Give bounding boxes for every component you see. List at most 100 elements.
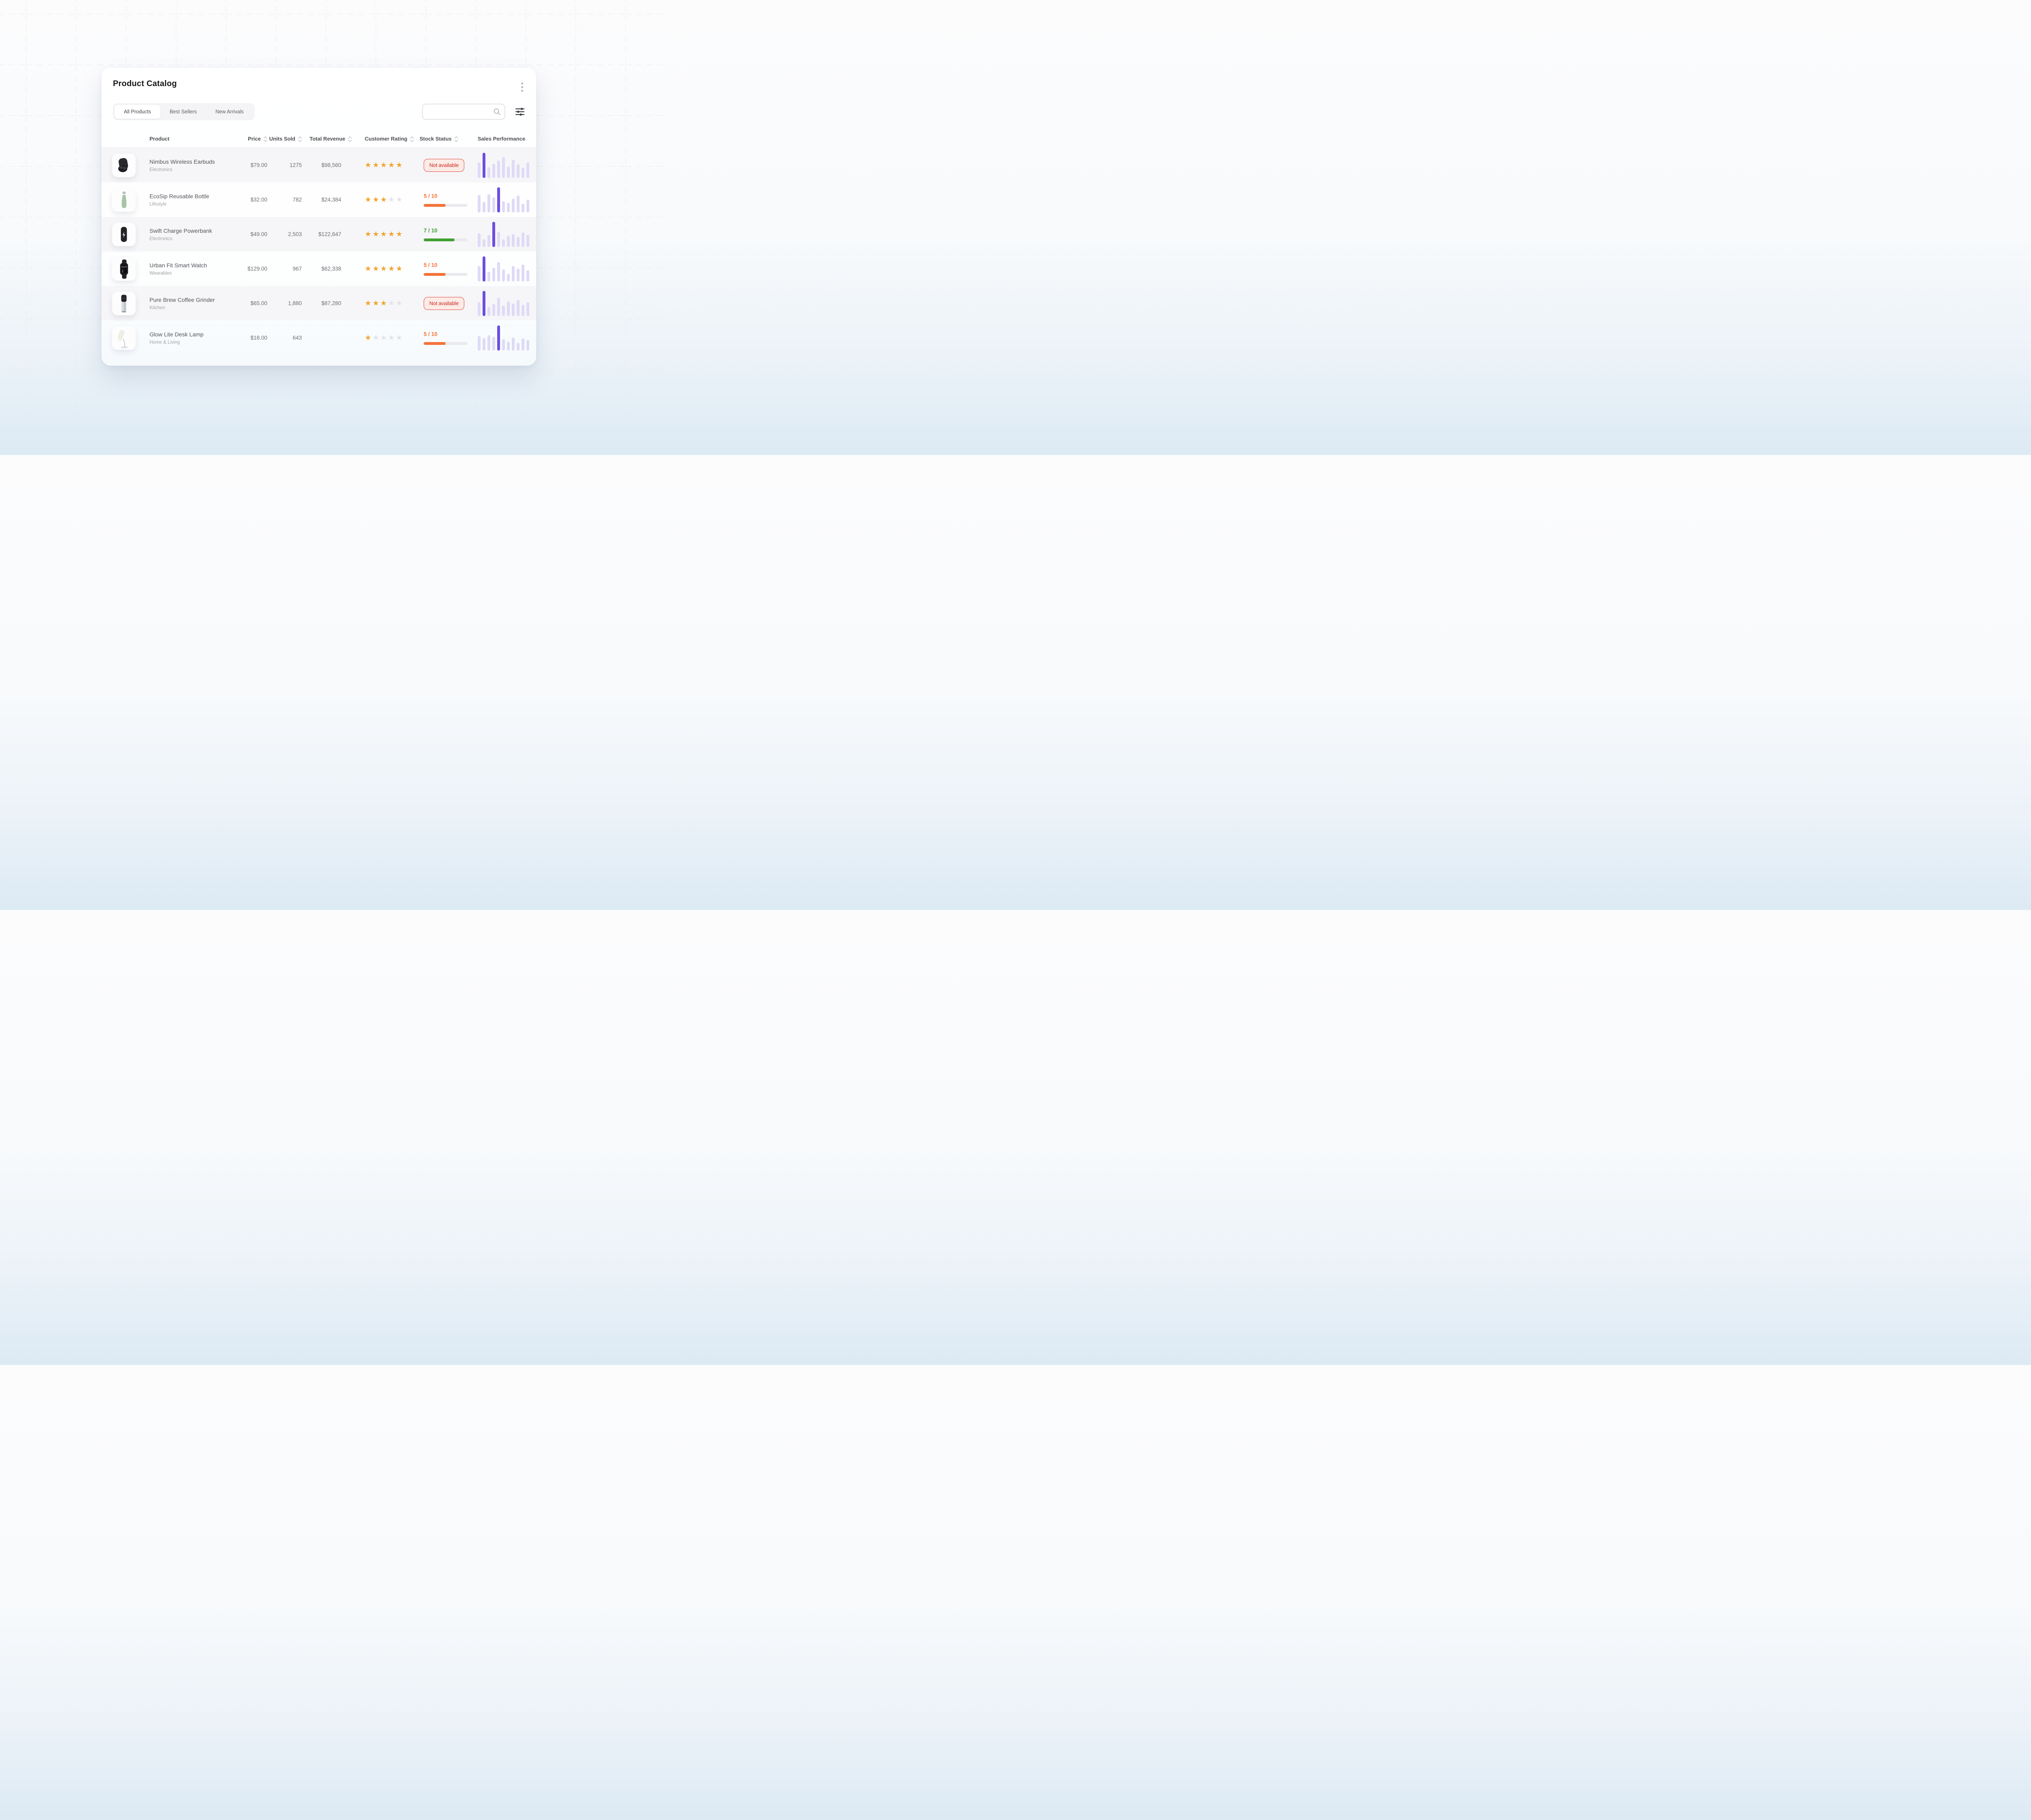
product-category: Kitchen <box>149 306 215 310</box>
sort-arrows-icon[interactable] <box>348 136 352 142</box>
sales-bar <box>502 339 505 351</box>
search-filter-group <box>422 104 526 120</box>
sales-bar <box>522 264 524 282</box>
table-header-row: ProductPriceUnits SoldTotal RevenueCusto… <box>102 130 536 148</box>
column-header-units[interactable]: Units Sold <box>268 136 303 142</box>
star-filled-icon: ★ <box>372 264 380 273</box>
customer-rating-stars: ★★★★★ <box>353 230 416 238</box>
sales-bar <box>478 233 481 247</box>
sales-bar <box>478 302 481 316</box>
sales-bar <box>502 306 505 316</box>
sales-bar <box>522 204 524 212</box>
tab-all-products[interactable]: All Products <box>115 105 160 119</box>
stock-level-label: 5 / 10 <box>424 331 475 337</box>
sales-bar <box>483 202 485 212</box>
stock-progress-track <box>424 238 468 241</box>
sales-bar <box>487 194 490 212</box>
sales-performance-chart <box>475 222 536 247</box>
table-row[interactable]: EcoSip Reusable BottleLifestyle$32.00782… <box>102 182 536 217</box>
star-filled-icon: ★ <box>372 230 380 238</box>
star-empty-icon: ★ <box>396 299 404 307</box>
filter-sliders-icon[interactable] <box>514 106 526 117</box>
sales-bar <box>492 268 495 282</box>
star-filled-icon: ★ <box>365 195 372 204</box>
sales-bar <box>497 160 500 178</box>
product-name: Swift Charge Powerbank <box>149 228 212 234</box>
table-row[interactable]: Glow Lite Desk LampHome & Living$18.0064… <box>102 321 536 355</box>
sales-bar <box>492 337 495 351</box>
sales-bar <box>487 307 490 316</box>
units-sold-cell: 1,880 <box>268 300 303 306</box>
kebab-menu-icon[interactable] <box>519 80 526 94</box>
product-category: Electronics <box>149 236 212 241</box>
column-header-price[interactable]: Price <box>236 136 268 142</box>
sales-performance-chart <box>475 187 536 212</box>
units-sold-cell: 967 <box>268 266 303 272</box>
stock-progress-fill <box>424 238 455 241</box>
column-header-label: Units Sold <box>269 136 295 142</box>
sales-performance-chart <box>475 291 536 316</box>
sales-bar <box>526 199 529 212</box>
tab-new-arrivals[interactable]: New Arrivals <box>206 105 253 119</box>
star-filled-icon: ★ <box>372 299 380 307</box>
sales-bar <box>517 164 520 178</box>
sales-bar <box>492 164 495 178</box>
sales-bar-highlight <box>483 153 485 178</box>
search-box <box>422 104 505 120</box>
star-filled-icon: ★ <box>396 264 404 273</box>
product-category: Electronics <box>149 167 215 172</box>
sales-bar <box>517 269 520 282</box>
star-filled-icon: ★ <box>396 230 404 238</box>
sales-bar <box>526 302 529 316</box>
total-revenue-cell: $24,384 <box>303 197 353 203</box>
product-name: Glow Lite Desk Lamp <box>149 331 204 338</box>
table-row[interactable]: Pure Brew Coffee GrinderKitchen$65.001,8… <box>102 286 536 321</box>
star-filled-icon: ★ <box>388 161 396 169</box>
star-empty-icon: ★ <box>388 334 396 342</box>
price-cell: $18.00 <box>236 335 268 341</box>
sales-bar <box>512 160 515 178</box>
product-category: Lifestyle <box>149 202 209 207</box>
sales-bar <box>517 195 520 212</box>
column-header-revenue[interactable]: Total Revenue <box>303 136 353 142</box>
sales-bar <box>507 203 510 212</box>
product-thumbnail-lamp <box>112 326 136 350</box>
sales-bar <box>483 239 485 247</box>
sort-arrows-icon[interactable] <box>455 136 458 142</box>
tab-best-sellers[interactable]: Best Sellers <box>160 105 206 119</box>
sort-arrows-icon[interactable] <box>264 136 267 142</box>
stock-level-label: 5 / 10 <box>424 262 475 268</box>
star-empty-icon: ★ <box>380 334 388 342</box>
table-row[interactable]: 10:47Urban Fit Smart WatchWearables$129.… <box>102 251 536 286</box>
star-filled-icon: ★ <box>380 299 388 307</box>
sales-bar <box>492 197 495 212</box>
sales-bar-highlight <box>483 256 485 282</box>
star-filled-icon: ★ <box>372 161 380 169</box>
sales-bar <box>512 266 515 282</box>
product-catalog-card: Product Catalog All ProductsBest Sellers… <box>102 68 536 366</box>
sort-arrows-icon[interactable] <box>298 136 302 142</box>
sort-arrows-icon[interactable] <box>410 136 414 142</box>
price-cell: $49.00 <box>236 231 268 237</box>
stock-status-cell: 5 / 10 <box>416 193 475 207</box>
table-row[interactable]: Swift Charge PowerbankElectronics$49.002… <box>102 217 536 251</box>
price-cell: $129.00 <box>236 266 268 272</box>
star-filled-icon: ★ <box>380 195 388 204</box>
column-header-stock[interactable]: Stock Status <box>416 136 475 142</box>
star-filled-icon: ★ <box>380 161 388 169</box>
column-header-label: Total Revenue <box>310 136 345 142</box>
customer-rating-stars: ★★★★★ <box>353 334 416 342</box>
sales-bar <box>522 338 524 351</box>
sales-bar <box>517 237 520 247</box>
star-filled-icon: ★ <box>365 334 372 342</box>
product-name: Pure Brew Coffee Grinder <box>149 297 215 303</box>
customer-rating-stars: ★★★★★ <box>353 264 416 273</box>
sales-bar <box>487 167 490 178</box>
stock-progress-track <box>424 342 468 345</box>
column-header-rating[interactable]: Customer Rating <box>353 136 416 142</box>
product-cell: Swift Charge Powerbank Electronics <box>102 223 236 246</box>
star-empty-icon: ★ <box>388 299 396 307</box>
table-row[interactable]: Nimbus Wireless EarbudsElectronics$79.00… <box>102 148 536 182</box>
sales-bar <box>512 338 515 351</box>
product-cell: EcoSip Reusable BottleLifestyle <box>102 188 236 212</box>
